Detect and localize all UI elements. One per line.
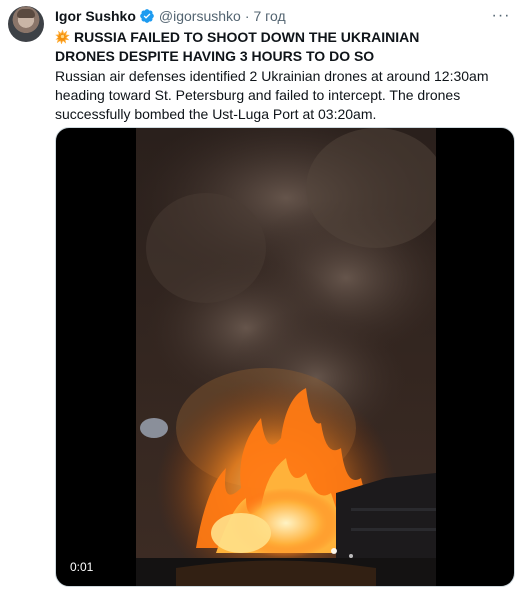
collision-icon	[55, 29, 70, 44]
verified-badge-icon	[140, 9, 154, 23]
tweet-time[interactable]: 7 год	[254, 6, 286, 26]
separator-dot: ·	[244, 8, 250, 24]
avatar[interactable]	[8, 6, 44, 42]
tweet-header: Igor Sushko @igorsushko · 7 год ···	[55, 6, 511, 26]
video-player[interactable]: 0:01	[55, 127, 515, 587]
tweet-content: Igor Sushko @igorsushko · 7 год ··· RUSS…	[55, 6, 511, 124]
video-timestamp: 0:01	[70, 560, 94, 574]
tweet[interactable]: Igor Sushko @igorsushko · 7 год ··· RUSS…	[0, 0, 519, 598]
headline-text: RUSSIA FAILED TO SHOOT DOWN THE UKRAINIA…	[55, 29, 420, 64]
tweet-headline: RUSSIA FAILED TO SHOOT DOWN THE UKRAINIA…	[55, 28, 475, 66]
author-handle[interactable]: @igorsushko	[159, 6, 241, 26]
author-name[interactable]: Igor Sushko	[55, 6, 136, 26]
fire-scene	[136, 128, 436, 586]
tweet-body: Russian air defenses identified 2 Ukrain…	[55, 68, 489, 122]
avatar-hair	[17, 9, 35, 18]
more-horizontal-icon[interactable]: ···	[491, 6, 511, 26]
video-frame	[136, 128, 436, 586]
